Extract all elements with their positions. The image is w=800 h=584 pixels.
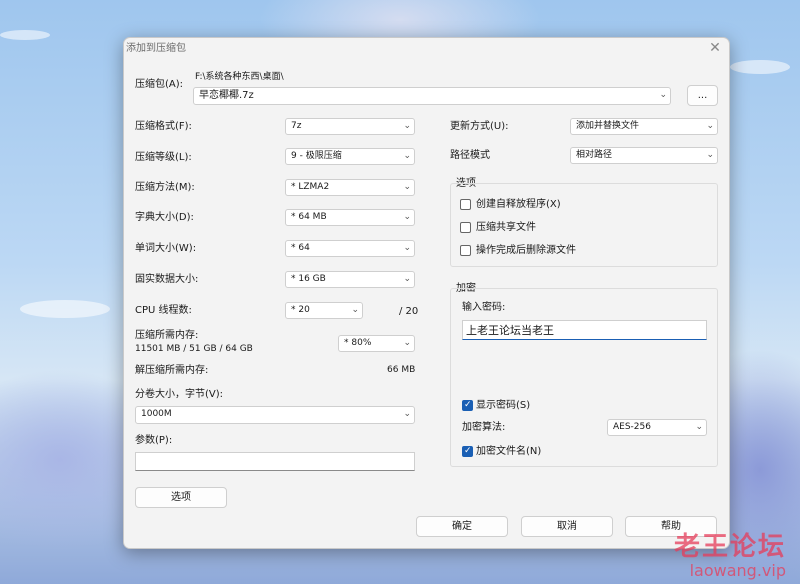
mem-compress-detail: 11501 MB / 51 GB / 64 GB	[135, 344, 253, 354]
method-label: 压缩方法(M):	[135, 182, 195, 193]
password-value: 上老王论坛当老王	[466, 324, 554, 337]
word-value: * 64	[291, 243, 310, 253]
mem-decompress-label: 解压缩所需内存:	[135, 365, 209, 376]
algo-select[interactable]: AES-256 ⌄	[607, 419, 707, 436]
option-delete-label: 操作完成后删除源文件	[476, 245, 576, 256]
level-select[interactable]: 9 - 极限压缩 ⌄	[285, 148, 415, 165]
title-bar: 添加到压缩包 ✕	[124, 38, 729, 60]
threads-select[interactable]: * 20 ⌄	[285, 302, 363, 319]
options-group: 创建自释放程序(X) 压缩共享文件 操作完成后删除源文件	[450, 183, 718, 267]
mem-compress-value: * 80%	[344, 338, 372, 348]
chevron-down-icon: ⌄	[706, 150, 714, 160]
option-shared-label: 压缩共享文件	[476, 222, 536, 233]
watermark-title: 老王论坛	[673, 532, 786, 562]
mem-decompress-value: 66 MB	[387, 365, 416, 375]
encrypt-names-label: 加密文件名(N)	[476, 446, 542, 457]
threads-label: CPU 线程数:	[135, 305, 192, 316]
option-delete-checkbox[interactable]	[460, 245, 471, 256]
password-label: 输入密码:	[462, 302, 506, 313]
archive-label: 压缩包(A):	[135, 79, 184, 90]
option-shared[interactable]: 压缩共享文件	[460, 221, 660, 235]
options-button[interactable]: 选项	[135, 487, 227, 508]
watermark-url: laowang.vip	[689, 561, 786, 580]
chevron-down-icon: ⌄	[403, 151, 411, 161]
word-label: 单词大小(W):	[135, 243, 197, 254]
show-password-label: 显示密码(S)	[476, 400, 531, 411]
chevron-down-icon: ⌄	[403, 409, 411, 419]
archive-path: F:\系统各种东西\桌面\	[195, 72, 284, 82]
browse-button[interactable]: ...	[687, 85, 718, 106]
chevron-down-icon: ⌄	[403, 121, 411, 131]
solid-select[interactable]: * 16 GB ⌄	[285, 271, 415, 288]
params-input[interactable]	[135, 452, 415, 471]
show-password-checkbox[interactable]	[462, 400, 473, 411]
method-select[interactable]: * LZMA2 ⌄	[285, 179, 415, 196]
chevron-down-icon: ⌄	[403, 338, 411, 348]
dict-select[interactable]: * 64 MB ⌄	[285, 209, 415, 226]
option-sfx[interactable]: 创建自释放程序(X)	[460, 198, 660, 212]
dict-value: * 64 MB	[291, 212, 327, 222]
mem-compress-select[interactable]: * 80% ⌄	[338, 335, 415, 352]
wallpaper-cloud	[0, 30, 50, 40]
volume-combo[interactable]: 1000M ⌄	[135, 406, 415, 424]
solid-value: * 16 GB	[291, 274, 326, 284]
threads-max: / 20	[399, 306, 419, 317]
wallpaper-cloud	[730, 60, 790, 74]
path-mode-value: 相对路径	[576, 150, 613, 160]
format-label: 压缩格式(F):	[135, 121, 192, 132]
archive-name-value: 早恋椰椰.7z	[199, 90, 254, 101]
option-sfx-checkbox[interactable]	[460, 199, 471, 210]
word-select[interactable]: * 64 ⌄	[285, 240, 415, 257]
chevron-down-icon: ⌄	[403, 212, 411, 222]
update-value: 添加并替换文件	[576, 121, 640, 131]
chevron-down-icon: ⌄	[403, 182, 411, 192]
add-to-archive-dialog: 添加到压缩包 ✕ 压缩包(A): F:\系统各种东西\桌面\ 早恋椰椰.7z ⌄…	[123, 37, 730, 549]
password-input[interactable]: 上老王论坛当老王	[462, 320, 707, 340]
method-value: * LZMA2	[291, 182, 330, 192]
option-sfx-label: 创建自释放程序(X)	[476, 199, 561, 210]
chevron-down-icon: ⌄	[403, 243, 411, 253]
path-mode-select[interactable]: 相对路径 ⌄	[570, 147, 718, 164]
close-icon[interactable]: ✕	[707, 40, 723, 56]
archive-name-combo[interactable]: 早恋椰椰.7z ⌄	[193, 87, 671, 105]
format-select[interactable]: 7z ⌄	[285, 118, 415, 135]
chevron-down-icon: ⌄	[706, 121, 714, 131]
volume-value: 1000M	[141, 409, 172, 419]
chevron-down-icon: ⌄	[403, 274, 411, 284]
encryption-group: 输入密码: 上老王论坛当老王 显示密码(S) 加密算法: AES-256 ⌄ 加…	[450, 288, 718, 467]
update-select[interactable]: 添加并替换文件 ⌄	[570, 118, 718, 135]
chevron-down-icon: ⌄	[659, 90, 667, 100]
wallpaper-cloud	[20, 300, 110, 318]
volume-label: 分卷大小，字节(V):	[135, 389, 224, 400]
option-delete[interactable]: 操作完成后删除源文件	[460, 244, 660, 258]
solid-label: 固实数据大小:	[135, 274, 199, 285]
chevron-down-icon: ⌄	[695, 422, 703, 432]
chevron-down-icon: ⌄	[351, 305, 359, 315]
level-value: 9 - 极限压缩	[291, 151, 342, 161]
dict-label: 字典大小(D):	[135, 212, 194, 223]
encrypt-names-checkbox[interactable]	[462, 446, 473, 457]
show-password[interactable]: 显示密码(S)	[462, 399, 582, 413]
option-shared-checkbox[interactable]	[460, 222, 471, 233]
cancel-button[interactable]: 取消	[521, 516, 613, 537]
encrypt-names[interactable]: 加密文件名(N)	[462, 445, 582, 459]
format-value: 7z	[291, 121, 302, 131]
algo-label: 加密算法:	[462, 422, 506, 433]
update-label: 更新方式(U):	[450, 121, 509, 132]
ok-button[interactable]: 确定	[416, 516, 508, 537]
mem-compress-label: 压缩所需内存:	[135, 330, 199, 341]
dialog-title: 添加到压缩包	[126, 43, 186, 54]
threads-value: * 20	[291, 305, 310, 315]
params-label: 参数(P):	[135, 435, 173, 446]
level-label: 压缩等级(L):	[135, 152, 192, 163]
watermark: 老王论坛 laowang.vip	[674, 532, 786, 580]
algo-value: AES-256	[613, 422, 651, 432]
path-mode-label: 路径模式	[450, 150, 490, 161]
